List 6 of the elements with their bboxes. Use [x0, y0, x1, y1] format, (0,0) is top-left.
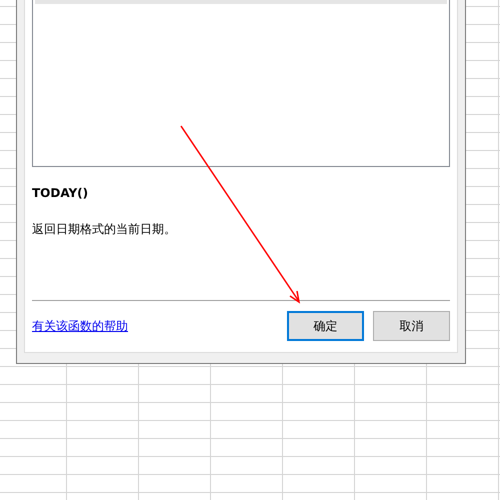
help-link[interactable]: 有关该函数的帮助 [32, 318, 128, 334]
function-list[interactable] [32, 0, 450, 167]
cancel-button[interactable]: 取消 [373, 311, 450, 341]
function-description: 返回日期格式的当前日期。 [32, 221, 177, 238]
function-signature: TODAY() [32, 186, 90, 200]
ok-button[interactable]: 确定 [287, 311, 364, 341]
